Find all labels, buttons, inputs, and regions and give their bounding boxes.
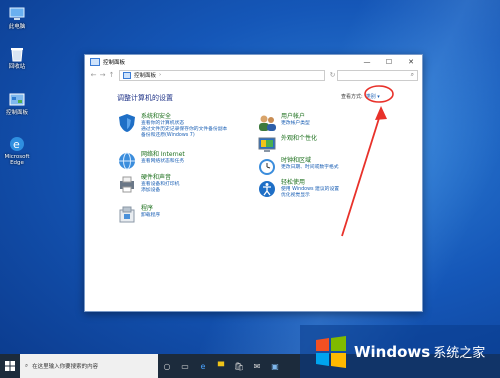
view-by-dropdown[interactable]: 类别 ▾	[366, 93, 380, 100]
desktop-icon-label: 此电脑	[8, 24, 26, 30]
forward-arrow-icon[interactable]: →	[98, 71, 107, 79]
users-icon	[257, 113, 277, 133]
desktop-icon-label: 回收站	[8, 64, 26, 70]
shield-icon	[117, 113, 137, 133]
programs-icon	[117, 205, 137, 225]
control-panel-window: 控制面板 — ☐ ✕ ← → ↑ 控制面板 › ↻ ⌕ 调整计算机的设置 查看方…	[84, 54, 423, 312]
clock-icon	[257, 157, 277, 177]
chevron-right-icon: ›	[159, 72, 162, 78]
category-link[interactable]: 备份和还原(Windows 7)	[141, 133, 227, 139]
desktop-icon-edge[interactable]: e Microsoft Edge	[2, 136, 32, 166]
cortana-icon[interactable]: ○	[158, 354, 176, 378]
view-by: 查看方式: 类别 ▾	[341, 93, 380, 100]
taskbar-search-input[interactable]: ⌕ 在这里输入你要搜索的内容	[20, 354, 158, 378]
category-title[interactable]: 时钟和区域	[281, 157, 339, 165]
category-title[interactable]: 网络和 Internet	[141, 151, 185, 159]
watermark-text: Windows 系统之家	[354, 342, 485, 361]
svg-text:e: e	[13, 138, 20, 151]
desktop-icon-label: Microsoft Edge	[4, 154, 30, 166]
watermark-suffix: 系统之家	[433, 346, 486, 361]
search-input[interactable]: ⌕	[337, 69, 418, 81]
minimize-button[interactable]: —	[356, 55, 378, 68]
category-ease-of-access[interactable]: 轻松使用 使用 Windows 建议的设置 优化视觉显示	[257, 179, 339, 199]
category-title[interactable]: 用户帐户	[281, 113, 310, 121]
page-title: 调整计算机的设置	[117, 94, 173, 102]
network-icon	[117, 151, 137, 171]
category-link[interactable]: 更改日期、时间或数字格式	[281, 165, 339, 171]
desktop-icon-recycle-bin[interactable]: 回收站	[2, 46, 32, 70]
file-explorer-icon[interactable]: ▀	[212, 354, 230, 378]
category-hardware-sound[interactable]: 硬件和声音 查看设备和打印机 添加设备	[117, 174, 179, 194]
close-button[interactable]: ✕	[400, 55, 422, 68]
category-system-security[interactable]: 系统和安全 查看你的计算机状态 通过文件历史记录保存你的文件备份副本 备份和还原…	[117, 113, 227, 139]
up-arrow-icon[interactable]: ↑	[107, 71, 116, 79]
mail-icon[interactable]: ✉	[248, 354, 266, 378]
breadcrumb-item: 控制面板	[134, 73, 157, 79]
search-placeholder: 在这里输入你要搜索的内容	[32, 364, 99, 370]
category-link[interactable]: 添加设备	[141, 188, 179, 194]
start-button[interactable]	[0, 354, 20, 378]
windows-logo-icon	[316, 335, 346, 368]
search-icon: ⌕	[25, 362, 29, 369]
category-title[interactable]: 外观和个性化	[281, 135, 317, 143]
windows-logo-icon	[5, 361, 15, 371]
category-title[interactable]: 程序	[141, 205, 160, 213]
category-link[interactable]: 更改帐户类型	[281, 121, 310, 127]
store-icon[interactable]: 🛍	[230, 354, 248, 378]
refresh-icon[interactable]: ↻	[328, 71, 337, 79]
control-panel-icon	[123, 71, 131, 79]
category-link[interactable]: 查看网络状态和任务	[141, 159, 185, 165]
category-title[interactable]: 系统和安全	[141, 113, 227, 121]
accessibility-icon	[257, 179, 277, 199]
view-by-label: 查看方式:	[341, 94, 363, 100]
edge-icon[interactable]: e	[194, 354, 212, 378]
window-title: 控制面板	[103, 59, 126, 66]
printer-icon	[117, 174, 137, 194]
recycle-bin-icon	[9, 46, 25, 62]
desktop: 此电脑 回收站 控制面板 e Microsoft Edge 控制面板 — ☐ ✕…	[0, 0, 500, 378]
search-icon: ⌕	[410, 71, 414, 78]
category-link[interactable]: 优化视觉显示	[281, 193, 339, 199]
desktop-icon-label: 控制面板	[5, 110, 28, 116]
category-clock-region[interactable]: 时钟和区域 更改日期、时间或数字格式	[257, 157, 339, 177]
address-bar: ← → ↑ 控制面板 › ↻ ⌕	[85, 68, 422, 82]
maximize-button[interactable]: ☐	[378, 55, 400, 68]
desktop-icon-control-panel[interactable]: 控制面板	[2, 92, 32, 116]
control-panel-content: 调整计算机的设置 查看方式: 类别 ▾ 系统和安全 查看你的计算机状态 通过文件…	[85, 82, 422, 311]
control-panel-icon	[90, 57, 100, 66]
back-arrow-icon[interactable]: ←	[89, 71, 98, 79]
title-bar[interactable]: 控制面板 — ☐ ✕	[85, 55, 422, 68]
computer-icon	[9, 6, 25, 22]
monitor-icon	[257, 135, 277, 155]
control-panel-icon	[9, 92, 25, 108]
breadcrumb[interactable]: 控制面板 ›	[119, 69, 325, 81]
task-view-icon[interactable]: ▭	[176, 354, 194, 378]
category-title[interactable]: 硬件和声音	[141, 174, 179, 182]
category-appearance-personalization[interactable]: 外观和个性化	[257, 135, 317, 155]
category-title[interactable]: 轻松使用	[281, 179, 339, 187]
category-link[interactable]: 卸载程序	[141, 213, 160, 219]
edge-icon: e	[9, 136, 25, 152]
category-network-internet[interactable]: 网络和 Internet 查看网络状态和任务	[117, 151, 185, 171]
control-panel-icon[interactable]: ▣	[266, 354, 284, 378]
category-user-accounts[interactable]: 用户帐户 更改帐户类型	[257, 113, 310, 133]
desktop-icon-this-pc[interactable]: 此电脑	[2, 6, 32, 30]
watermark-brand: Windows	[354, 343, 431, 361]
watermark-logo: Windows 系统之家	[300, 325, 500, 378]
category-programs[interactable]: 程序 卸载程序	[117, 205, 160, 225]
